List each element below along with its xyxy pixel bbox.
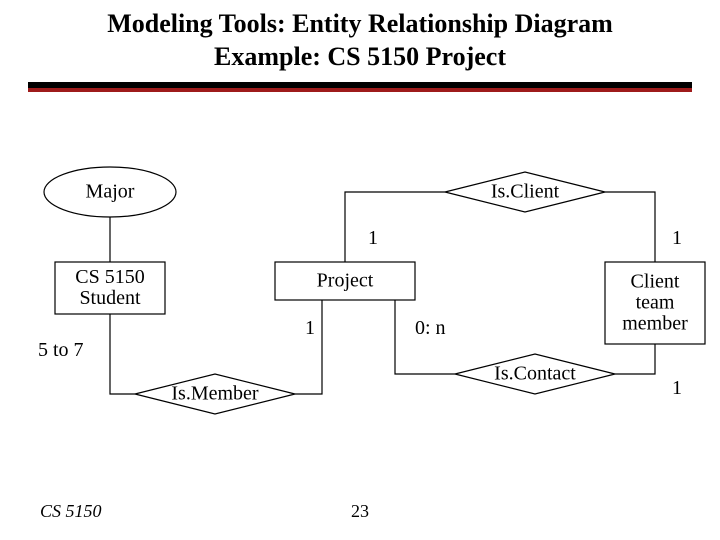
label-ismember: Is.Member (171, 384, 258, 405)
edge-iscontact-client (615, 344, 655, 374)
edge-student-ismember (110, 314, 135, 394)
card-project-iscontact: 0: n (415, 318, 446, 339)
card-project-ismember: 1 (305, 318, 315, 339)
card-iscontact-client: 1 (672, 378, 682, 399)
card-project-isclient: 1 (368, 228, 378, 249)
card-student-ismember: 5 to 7 (38, 340, 84, 361)
label-project: Project (317, 271, 374, 292)
label-student: CS 5150 Student (75, 267, 144, 309)
edge-ismember-project (295, 300, 322, 394)
label-iscontact: Is.Contact (494, 364, 576, 385)
card-isclient-client: 1 (672, 228, 682, 249)
edge-project-isclient (345, 192, 445, 262)
label-client: Client team member (622, 272, 688, 335)
footer-page: 23 (0, 501, 720, 522)
edge-isclient-client (605, 192, 655, 262)
label-major: Major (86, 182, 135, 203)
label-isclient: Is.Client (491, 182, 559, 203)
